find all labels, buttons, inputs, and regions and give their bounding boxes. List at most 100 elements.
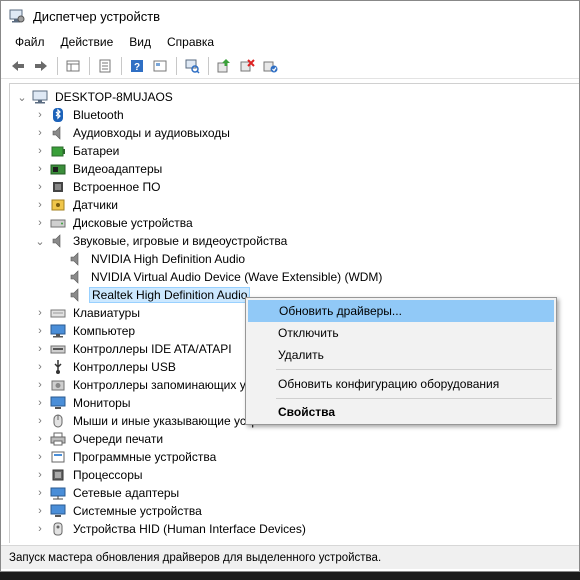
chevron-right-icon[interactable]: › (34, 124, 46, 142)
back-arrow-icon[interactable] (7, 55, 29, 77)
tree-category-item[interactable]: › Аудиовходы и аудиовыходы (34, 124, 232, 142)
chevron-right-icon[interactable]: › (34, 160, 46, 178)
disable-menu-item[interactable]: Отключить (248, 322, 554, 344)
scan-hardware-menu-item[interactable]: Обновить конфигурацию оборудования (248, 373, 554, 395)
tree-device-item[interactable]: NVIDIA Virtual Audio Device (Wave Extens… (52, 268, 384, 286)
computer-icon (32, 89, 48, 105)
ide-controller-icon (50, 341, 66, 357)
tree-category-item[interactable]: ⌄ Звуковые, игровые и видеоустройства (34, 232, 289, 250)
display-adapter-icon (50, 161, 66, 177)
tree-item-label: Аудиовходы и аудиовыходы (73, 126, 230, 140)
device-list-icon[interactable] (94, 55, 116, 77)
tree-device-item[interactable]: Realtek High Definition Audio (52, 286, 251, 304)
chevron-right-icon[interactable]: › (34, 214, 46, 232)
tree-category-item[interactable]: › Встроенное ПО (34, 178, 162, 196)
chevron-down-icon[interactable]: ⌄ (34, 232, 46, 250)
tree-category-item[interactable]: › Программные устройства (34, 448, 218, 466)
tree-item-label: Bluetooth (73, 108, 124, 122)
window-title: Диспетчер устройств (33, 8, 161, 24)
chevron-right-icon[interactable]: › (34, 340, 46, 358)
tree-item-label: Программные устройства (73, 450, 217, 464)
toolbar: ? (1, 53, 579, 79)
tree-category-item[interactable]: › Дисковые устройства (34, 214, 195, 232)
scan-hardware-icon[interactable] (181, 55, 203, 77)
taskbar-edge (0, 572, 580, 580)
firmware-icon (50, 179, 66, 195)
tree-item-label: Батареи (73, 144, 120, 158)
tree-item-label: Компьютер (73, 324, 136, 338)
device-manager-window: Диспетчер устройств Файл Действие Вид Сп… (0, 0, 580, 572)
update-drivers-menu-item[interactable]: Обновить драйверы... (248, 300, 554, 322)
chevron-right-icon[interactable]: › (34, 448, 46, 466)
toolbar-separator (176, 56, 177, 75)
tree-category-item[interactable]: › Контроллеры USB (34, 358, 178, 376)
chevron-right-icon[interactable]: › (34, 430, 46, 448)
forward-arrow-icon[interactable] (30, 55, 52, 77)
menu-help[interactable]: Справка (159, 31, 222, 53)
chevron-down-icon[interactable]: ⌄ (16, 88, 28, 106)
toolbar-separator (57, 56, 58, 75)
tree-category-item[interactable]: › Очереди печати (34, 430, 165, 448)
tree-category-item[interactable]: › Сетевые адаптеры (34, 484, 181, 502)
chevron-right-icon[interactable]: › (34, 520, 46, 538)
tree-device-item[interactable]: NVIDIA High Definition Audio (52, 250, 247, 268)
tree-category-item[interactable]: › Батареи (34, 142, 121, 160)
enable-device-icon[interactable] (259, 55, 281, 77)
speaker-icon (68, 269, 84, 285)
remove-menu-item[interactable]: Удалить (248, 344, 554, 366)
update-driver-icon[interactable] (213, 55, 235, 77)
properties-menu-item[interactable]: Свойства (248, 401, 554, 423)
tree-category-item[interactable]: › Мониторы (34, 394, 132, 412)
uninstall-device-icon[interactable] (236, 55, 258, 77)
resources-icon[interactable] (149, 55, 171, 77)
menu-separator (276, 398, 552, 399)
tree-item-label: Устройства HID (Human Interface Devices) (73, 522, 306, 536)
chevron-right-icon[interactable]: › (34, 394, 46, 412)
processor-icon (50, 467, 66, 483)
chevron-right-icon[interactable]: › (34, 196, 46, 214)
toolbar-separator (89, 56, 90, 75)
system-device-icon (50, 503, 66, 519)
tree-root[interactable]: ⌄ DESKTOP-8MUJAOS (16, 88, 175, 106)
tree-item-label: Звуковые, игровые и видеоустройства (73, 234, 288, 248)
speaker-icon (68, 251, 84, 267)
tree-category-item[interactable]: › Устройства HID (Human Interface Devices… (34, 520, 308, 538)
tree-category-item[interactable]: › Системные устройства (34, 502, 204, 520)
tree-item-label: Контроллеры USB (73, 360, 176, 374)
chevron-right-icon[interactable]: › (34, 322, 46, 340)
tree-item-label: Системные устройства (73, 504, 202, 518)
tree-category-item[interactable]: › Компьютер (34, 322, 137, 340)
tree-item-label: Сетевые адаптеры (73, 486, 180, 500)
properties-grid-icon[interactable] (62, 55, 84, 77)
tree-item-label: Мониторы (73, 396, 131, 410)
tree-category-item[interactable]: › Bluetooth (34, 106, 126, 124)
chevron-right-icon[interactable]: › (34, 304, 46, 322)
bluetooth-icon (50, 107, 66, 123)
tree-category-item[interactable]: › Контроллеры IDE ATA/ATAPI (34, 340, 234, 358)
speaker-icon (50, 233, 66, 249)
title-bar: Диспетчер устройств (1, 1, 579, 31)
chevron-right-icon[interactable]: › (34, 412, 46, 430)
chevron-right-icon[interactable]: › (34, 358, 46, 376)
help-icon[interactable]: ? (126, 55, 148, 77)
chevron-right-icon[interactable]: › (34, 142, 46, 160)
chevron-right-icon[interactable]: › (34, 502, 46, 520)
tree-category-item[interactable]: › Клавиатуры (34, 304, 142, 322)
tree-category-item[interactable]: › Видеоадаптеры (34, 160, 164, 178)
battery-icon (50, 143, 66, 159)
chevron-right-icon[interactable]: › (34, 106, 46, 124)
chevron-right-icon[interactable]: › (34, 376, 46, 394)
menu-action[interactable]: Действие (53, 31, 122, 53)
menu-view[interactable]: Вид (121, 31, 159, 53)
toolbar-separator (208, 56, 209, 75)
chevron-right-icon[interactable]: › (34, 178, 46, 196)
tree-item-label: Процессоры (73, 468, 143, 482)
storage-controller-icon (50, 377, 66, 393)
tree-category-item[interactable]: › Процессоры (34, 466, 145, 484)
tree-category-item[interactable]: › Датчики (34, 196, 120, 214)
menu-file[interactable]: Файл (7, 31, 53, 53)
chevron-right-icon[interactable]: › (34, 466, 46, 484)
chevron-right-icon[interactable]: › (34, 484, 46, 502)
